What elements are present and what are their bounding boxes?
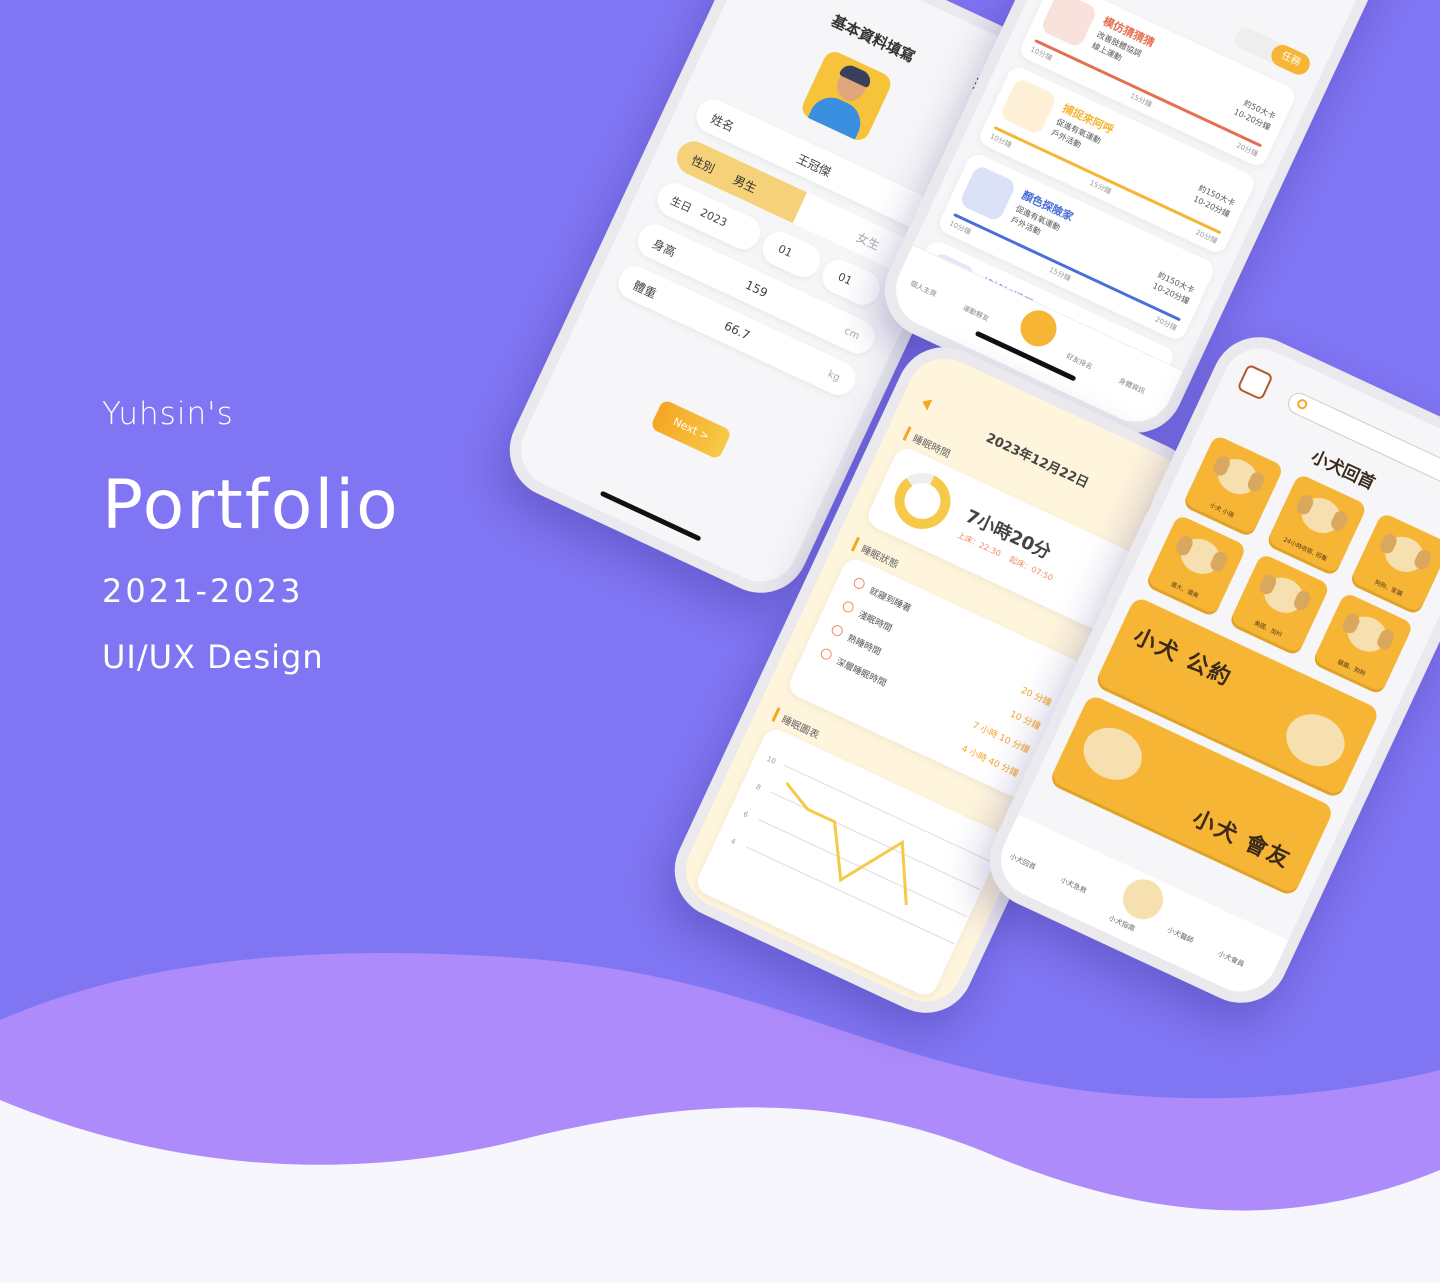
clock-icon [840, 599, 856, 615]
tab-task[interactable]: 任務 [1267, 41, 1314, 79]
tab-friends[interactable]: 運動夥友 [961, 303, 991, 324]
chart-tick: 10 [765, 755, 776, 766]
chart-tick: 8 [755, 783, 762, 792]
hero-kicker: Yuhsin's [102, 396, 234, 432]
dog-tile[interactable]: 小犬 小瑞 [1183, 434, 1285, 536]
dog-illustration-icon [1212, 452, 1263, 501]
dob-year: 2023 [698, 205, 730, 230]
chart-tick: 6 [742, 810, 750, 819]
dog-app-logo[interactable] [1236, 363, 1274, 401]
wake-time: 起床：07:50 [1007, 554, 1055, 583]
tab-dog-firstaid[interactable]: 小犬急救 [1059, 875, 1089, 896]
center-action-button[interactable] [1014, 304, 1063, 353]
tab-ranking[interactable]: 好友排名 [1064, 351, 1094, 372]
graduate-dog-icon [1277, 704, 1354, 776]
alert-icon [818, 646, 834, 662]
search-icon [1295, 397, 1309, 411]
activity-thumbnail-icon [999, 77, 1058, 136]
hero-role: UI/UX Design [102, 638, 324, 676]
tab-body-info[interactable]: 身體資訊 [1117, 376, 1147, 397]
dog-illustration-icon [1295, 491, 1347, 540]
dog-tile[interactable]: 還大、還美 [1146, 514, 1248, 616]
dog-illustration-icon [1258, 571, 1310, 620]
tab-profile[interactable]: 個人主頁 [909, 279, 939, 300]
sleep-series-line [785, 781, 908, 906]
chart-tick: 4 [729, 837, 737, 846]
sleep-donut-chart [885, 463, 960, 539]
activity-thumbnail-icon [958, 164, 1018, 223]
moon-icon [851, 576, 867, 591]
avatar[interactable] [798, 48, 895, 144]
tab-dog-home[interactable]: 小犬回首 [1008, 851, 1038, 872]
hero-years: 2021-2023 [102, 572, 304, 610]
dog-tile[interactable]: 貓貓、狗狗 [1312, 591, 1414, 693]
dog-illustration-icon [1341, 610, 1393, 659]
next-button[interactable]: Next > [649, 398, 733, 461]
banner-dog-friends-label: 小犬 會友 [1188, 806, 1295, 874]
dog-tile[interactable]: 美國、加州 [1229, 552, 1331, 654]
sleeping-dog-icon [1074, 718, 1151, 790]
center-home-button[interactable] [1116, 872, 1170, 926]
tab-dog-member[interactable]: 小犬會員 [1216, 949, 1246, 970]
dog-illustration-icon [1175, 532, 1226, 581]
gender-female-option[interactable]: 女生 [854, 228, 883, 254]
hero-title: Portfolio [102, 466, 400, 545]
clock-icon [829, 623, 845, 638]
dog-illustration-icon [1379, 530, 1430, 579]
dog-tile[interactable]: 狗狗、家貓 [1350, 512, 1440, 614]
dob-day: 01 [835, 270, 855, 288]
dog-tile[interactable]: 24小時收容, 招養 [1266, 473, 1368, 575]
dob-month: 01 [776, 242, 795, 260]
tab-dog-doctor[interactable]: 小犬醫師 [1166, 925, 1196, 946]
activity-thumbnail-icon [1039, 0, 1099, 49]
dob-day-select[interactable]: 01 [816, 254, 886, 311]
banner-dog-pact-label: 小犬 公約 [1129, 624, 1236, 692]
dob-month-select[interactable]: 01 [756, 226, 826, 283]
